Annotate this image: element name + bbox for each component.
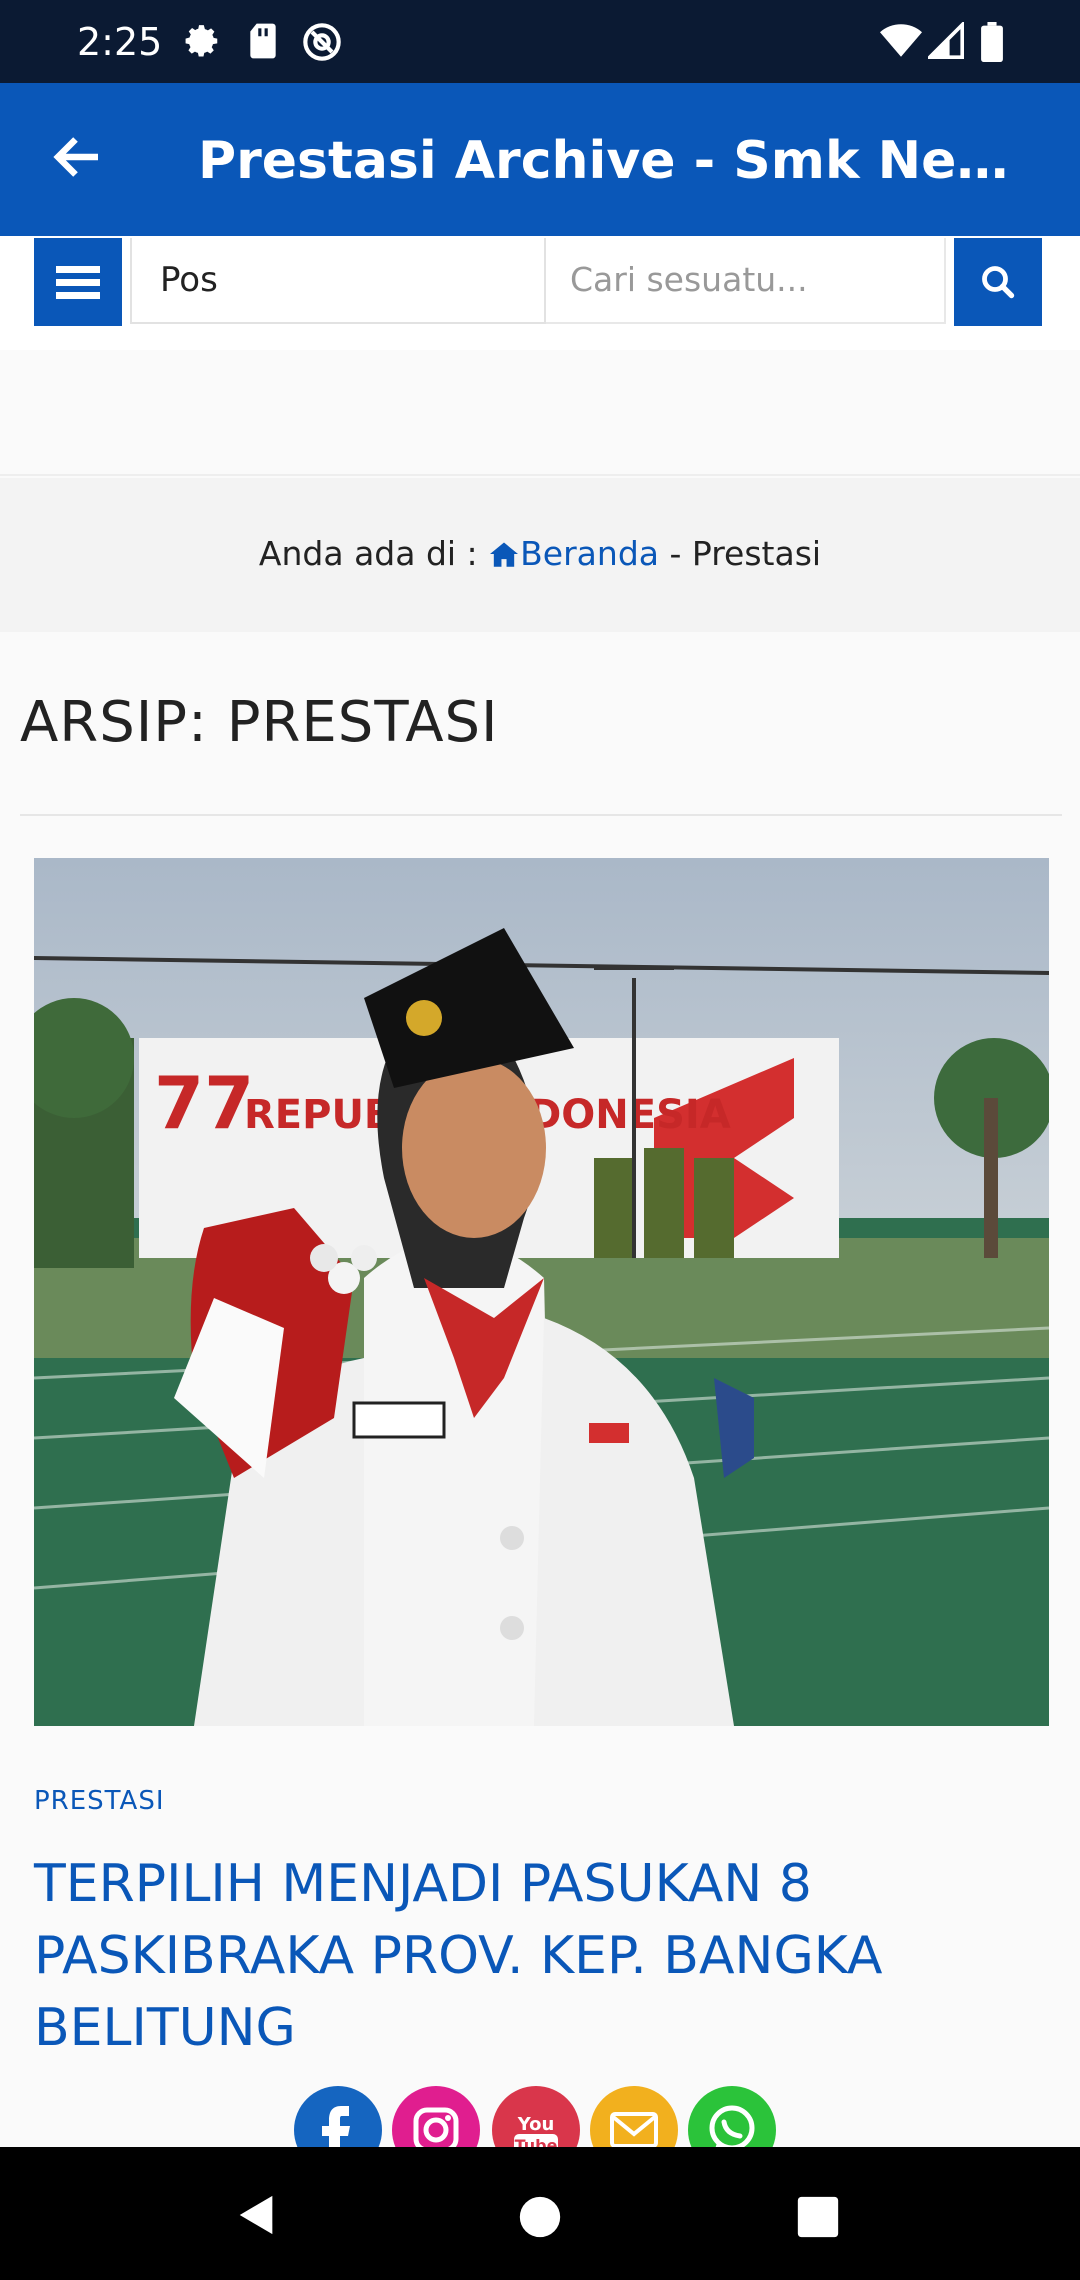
search-input[interactable]: Cari sesuatu... <box>546 238 946 324</box>
magnifier-icon <box>982 266 1015 299</box>
divider <box>20 814 1062 816</box>
system-nav-bar <box>0 2147 1080 2280</box>
nav-recents-icon[interactable] <box>796 2195 840 2239</box>
at-sign-icon <box>303 23 341 61</box>
post-category-link[interactable]: PRESTASI <box>34 1786 165 1816</box>
post-type-select[interactable]: Pos <box>130 238 546 324</box>
status-bar: 2:25 <box>0 0 1080 83</box>
page-title: Prestasi Archive - Smk Negeri... <box>198 131 1018 191</box>
breadcrumb-band: Anda ada di : Beranda - Prestasi <box>0 478 1080 632</box>
breadcrumb-prefix: Anda ada di : <box>258 534 489 573</box>
search-button[interactable] <box>954 238 1042 326</box>
header-spacer <box>0 350 1080 476</box>
arrow-left-icon[interactable] <box>48 127 108 187</box>
post-thumbnail[interactable]: 77 REPUBLIK INDONESIA <box>34 858 1049 1726</box>
svg-text:You: You <box>517 2114 555 2135</box>
nav-home-icon[interactable] <box>518 2195 562 2239</box>
breadcrumb: Anda ada di : Beranda - Prestasi <box>0 534 1080 573</box>
breadcrumb-separator: - <box>659 534 692 573</box>
sd-card-icon <box>250 23 276 59</box>
svg-text:77: 77 <box>154 1061 254 1145</box>
breadcrumb-home-label[interactable]: Beranda <box>520 534 659 573</box>
hamburger-line <box>56 279 100 286</box>
wifi-icon <box>880 24 922 57</box>
app-bar: Prestasi Archive - Smk Negeri... <box>0 83 1080 236</box>
breadcrumb-home-link[interactable]: Beranda <box>488 534 659 573</box>
hamburger-icon <box>56 266 100 273</box>
archive-heading: ARSIP: PRESTASI <box>20 690 499 755</box>
hamburger-line <box>56 292 100 299</box>
status-time: 2:25 <box>77 20 163 64</box>
signal-icon <box>928 22 964 59</box>
search-bar: Pos Cari sesuatu... <box>0 236 1080 350</box>
nav-back-icon[interactable] <box>234 2191 280 2239</box>
post-title-link[interactable]: TERPILIH MENJADI PASUKAN 8 PASKIBRAKA PR… <box>34 1848 1044 2064</box>
breadcrumb-current: Prestasi <box>691 534 822 573</box>
home-icon <box>490 542 519 567</box>
gear-icon <box>185 25 218 57</box>
menu-button[interactable] <box>34 238 122 326</box>
battery-icon <box>981 22 1003 62</box>
